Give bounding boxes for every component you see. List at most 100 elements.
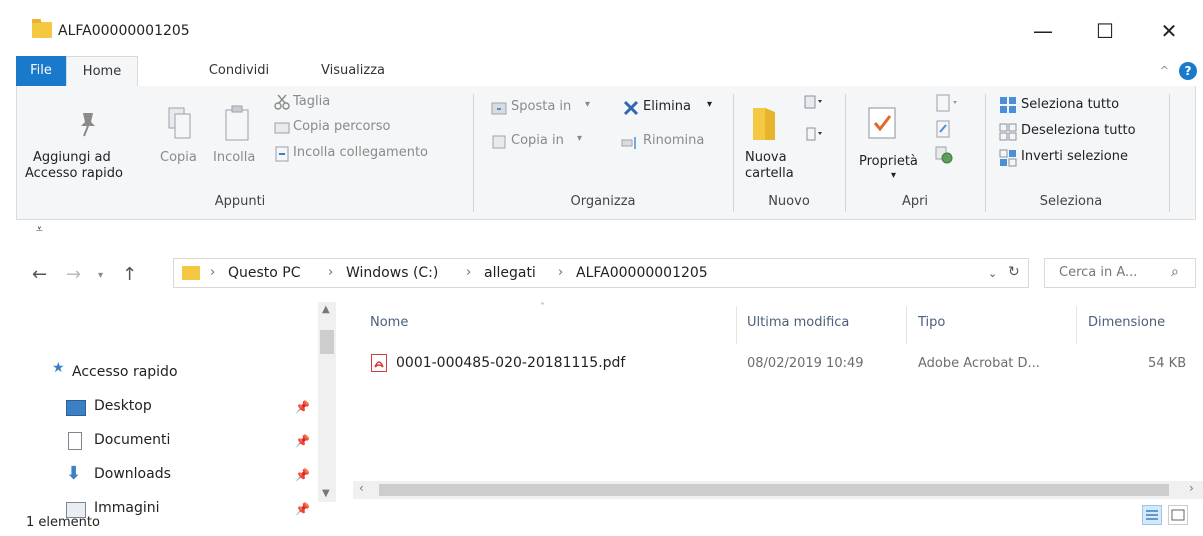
easy-access-icon xyxy=(803,126,823,146)
up-arrow-icon[interactable]: ↑ xyxy=(122,264,137,285)
move-to-button[interactable]: Sposta in xyxy=(511,99,571,114)
refresh-icon[interactable]: ↻ xyxy=(1008,264,1020,280)
group-label-seleziona: Seleziona xyxy=(1039,194,1103,209)
pin-icon[interactable]: 📌 xyxy=(295,468,310,482)
delete-button[interactable]: Elimina xyxy=(643,99,691,114)
tab-home[interactable]: Home xyxy=(66,56,138,86)
tab-condividi[interactable]: Condividi xyxy=(196,56,282,86)
breadcrumb-questo-pc[interactable]: Questo PC xyxy=(228,265,301,281)
column-divider[interactable] xyxy=(1076,306,1077,344)
copy-path-button[interactable]: Copia percorso xyxy=(293,119,390,134)
collapse-ribbon-icon[interactable]: ^ xyxy=(1160,64,1169,77)
file-name[interactable]: 0001-000485-020-20181115.pdf xyxy=(396,355,625,371)
nav-item-immagini[interactable]: Immagini xyxy=(94,500,160,524)
paste-button[interactable]: Incolla xyxy=(213,150,255,165)
file-modified: 08/02/2019 10:49 xyxy=(747,356,864,371)
column-header-type[interactable]: Tipo xyxy=(918,315,945,330)
rename-button[interactable]: Rinomina xyxy=(643,133,704,148)
quick-access-toolbar: ⩡ xyxy=(20,220,1203,244)
move-to-dropdown-icon[interactable]: ▾ xyxy=(585,99,590,110)
breadcrumb-allegati[interactable]: allegati xyxy=(484,265,536,281)
pin-icon[interactable]: 📌 xyxy=(295,502,310,516)
breadcrumb-separator[interactable]: › xyxy=(210,265,215,280)
close-button[interactable]: ✕ xyxy=(1151,16,1187,46)
recent-locations-icon[interactable]: ▾ xyxy=(98,270,103,281)
ribbon-tabs: File Home Condividi Visualizza ^ ? xyxy=(10,56,1203,86)
help-icon[interactable]: ? xyxy=(1179,62,1197,80)
copy-to-icon xyxy=(491,134,507,154)
search-icon[interactable]: ⌕ xyxy=(1171,264,1179,280)
open-icon xyxy=(935,94,959,116)
scroll-up-icon[interactable]: ▲ xyxy=(322,304,330,315)
properties-button[interactable]: Proprietà xyxy=(859,154,918,169)
scroll-right-icon[interactable]: › xyxy=(1189,481,1194,495)
group-label-nuovo: Nuovo xyxy=(768,194,810,209)
pin-icon[interactable]: 📌 xyxy=(295,400,310,414)
file-list-scrollbar[interactable]: ‹ › xyxy=(353,481,1203,499)
pin-quick-access-label-1[interactable]: Aggiungi ad xyxy=(33,150,111,165)
scrollbar-thumb[interactable] xyxy=(379,484,1169,496)
delete-dropdown-icon[interactable]: ▾ xyxy=(707,99,712,110)
breadcrumb-current-folder[interactable]: ALFA00000001205 xyxy=(576,265,708,281)
paste-icon xyxy=(224,104,250,146)
scroll-down-icon[interactable]: ▼ xyxy=(322,488,330,499)
navigation-bar: ← → ▾ ↑ › Questo PC › Windows (C:) › all… xyxy=(10,252,1203,296)
group-label-organizza: Organizza xyxy=(570,194,636,209)
back-arrow-icon[interactable]: ← xyxy=(32,264,47,285)
deselect-all-button[interactable]: Deseleziona tutto xyxy=(1021,123,1136,138)
nav-item-desktop[interactable]: Desktop xyxy=(94,398,152,422)
properties-dropdown-icon[interactable]: ▾ xyxy=(891,170,896,181)
sort-indicator-icon: ˄ xyxy=(540,302,545,313)
column-header-size[interactable]: Dimensione xyxy=(1088,315,1165,330)
breadcrumb-separator[interactable]: › xyxy=(558,265,563,280)
scroll-left-icon[interactable]: ‹ xyxy=(359,481,364,495)
copy-path-icon xyxy=(274,122,290,138)
invert-selection-icon xyxy=(999,149,1017,171)
group-separator xyxy=(1169,94,1170,212)
cut-button[interactable]: Taglia xyxy=(293,94,330,109)
tab-file[interactable]: File xyxy=(16,56,66,86)
paste-link-button[interactable]: Incolla collegamento xyxy=(293,145,428,160)
invert-selection-button[interactable]: Inverti selezione xyxy=(1021,149,1128,164)
search-box[interactable]: Cerca in A... ⌕ xyxy=(1044,258,1196,288)
pdf-icon xyxy=(371,354,387,372)
new-folder-label-2[interactable]: cartella xyxy=(745,166,794,181)
maximize-button[interactable]: ☐ xyxy=(1087,16,1123,46)
nav-pane-scrollbar[interactable]: ▲ ▼ xyxy=(318,302,336,502)
column-header-name[interactable]: Nome xyxy=(370,315,408,330)
folder-icon xyxy=(182,266,200,280)
customize-toolbar-icon[interactable]: ⩡ xyxy=(36,222,43,237)
scrollbar-thumb[interactable] xyxy=(320,330,334,354)
navigation-pane: ★ Accesso rapido Desktop 📌 Documenti 📌 ⬇… xyxy=(10,302,320,518)
breadcrumb-separator[interactable]: › xyxy=(466,265,471,280)
large-icons-view-icon[interactable] xyxy=(1168,505,1188,525)
pin-quick-access-label-2[interactable]: Accesso rapido xyxy=(25,166,123,181)
nav-item-quick-access[interactable]: Accesso rapido xyxy=(72,364,178,388)
paste-link-icon xyxy=(275,146,289,166)
nav-item-downloads[interactable]: Downloads xyxy=(94,466,171,490)
minimize-button[interactable]: — xyxy=(1025,16,1061,46)
address-bar[interactable]: › Questo PC › Windows (C:) › allegati › … xyxy=(173,258,1029,288)
column-header-modified[interactable]: Ultima modifica xyxy=(747,315,849,330)
move-to-icon xyxy=(491,100,507,120)
file-type: Adobe Acrobat D... xyxy=(918,356,1040,371)
forward-arrow-icon[interactable]: → xyxy=(66,264,81,285)
copy-to-button[interactable]: Copia in xyxy=(511,133,564,148)
pin-icon[interactable]: 📌 xyxy=(295,434,310,448)
ribbon: Aggiungi ad Accesso rapido Copia Incolla… xyxy=(16,86,1196,220)
column-divider[interactable] xyxy=(906,306,907,344)
copy-button[interactable]: Copia xyxy=(160,150,197,165)
nav-item-documenti[interactable]: Documenti xyxy=(94,432,170,456)
column-divider[interactable] xyxy=(736,306,737,344)
search-placeholder: Cerca in A... xyxy=(1059,265,1138,280)
copy-icon xyxy=(167,106,193,146)
breadcrumb-separator[interactable]: › xyxy=(328,265,333,280)
breadcrumb-windows-c[interactable]: Windows (C:) xyxy=(346,265,438,281)
group-label-appunti: Appunti xyxy=(214,194,266,209)
tab-visualizza[interactable]: Visualizza xyxy=(310,56,396,86)
select-all-button[interactable]: Seleziona tutto xyxy=(1021,97,1119,112)
new-folder-label-1[interactable]: Nuova xyxy=(745,150,787,165)
address-history-dropdown-icon[interactable]: ⌄ xyxy=(988,267,997,280)
details-view-icon[interactable] xyxy=(1142,505,1162,525)
copy-to-dropdown-icon[interactable]: ▾ xyxy=(577,133,582,144)
